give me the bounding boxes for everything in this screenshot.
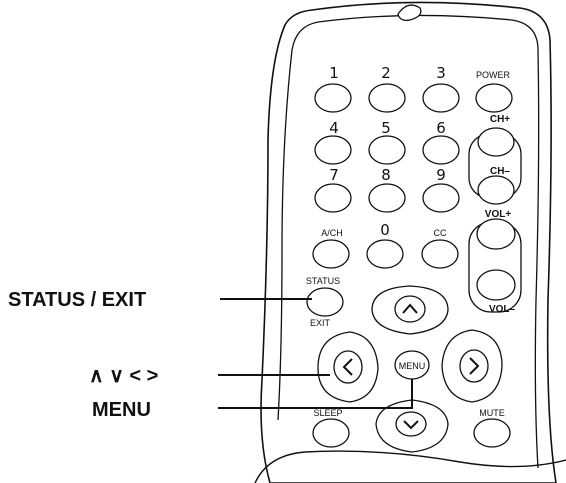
key-7-label: 7 (329, 166, 339, 184)
ach-label: A/CH (321, 228, 343, 238)
key-3-label: 3 (436, 64, 446, 82)
key-6-label: 6 (436, 119, 446, 137)
vol-plus-label: VOL+ (485, 209, 512, 220)
volume-up-button[interactable] (476, 218, 516, 250)
key-4-button[interactable] (314, 135, 352, 165)
sleep-button[interactable] (312, 418, 350, 448)
alternate-channel-button[interactable] (312, 239, 350, 269)
key-2-button[interactable] (368, 83, 406, 113)
status-exit-button[interactable] (306, 287, 344, 317)
key-1-label: 1 (329, 64, 339, 82)
key-2-label: 2 (381, 64, 391, 82)
key-5-label: 5 (381, 119, 391, 137)
status-exit-callout: STATUS / EXIT (8, 289, 146, 311)
key-4-label: 4 (329, 119, 339, 137)
menu-button-label: MENU (399, 361, 426, 371)
key-8-label: 8 (381, 166, 391, 184)
key-9-button[interactable] (422, 183, 460, 213)
key-3-button[interactable] (422, 83, 460, 113)
sleep-label: SLEEP (313, 408, 342, 418)
arrow-right-button[interactable] (459, 349, 489, 383)
arrow-up-button[interactable] (394, 295, 426, 323)
key-0-label: 0 (380, 221, 390, 239)
key-6-button[interactable] (422, 135, 460, 165)
key-8-button[interactable] (368, 183, 406, 213)
ch-minus-label: CH– (490, 166, 510, 177)
key-5-button[interactable] (368, 135, 406, 165)
key-0-button[interactable] (366, 239, 404, 269)
vol-minus-label: VOL– (489, 304, 516, 315)
mute-label: MUTE (479, 408, 505, 418)
key-7-button[interactable] (314, 183, 352, 213)
volume-down-button[interactable] (476, 269, 516, 301)
remote-diagram: 1 2 3 POWER 4 5 6 CH+ CH– 7 8 9 A/CH 0 C… (8, 1, 566, 483)
arrow-left-button[interactable] (333, 350, 363, 384)
cc-label: CC (434, 228, 447, 238)
arrow-down-button[interactable] (395, 411, 427, 437)
closed-caption-button[interactable] (421, 239, 459, 269)
power-button[interactable] (475, 83, 513, 113)
channel-up-button[interactable] (477, 127, 515, 157)
ch-plus-label: CH+ (490, 114, 510, 125)
power-label: POWER (476, 70, 511, 80)
arrows-callout: ∧ ∨ < > (89, 365, 158, 387)
status-label: STATUS (306, 276, 340, 286)
key-1-button[interactable] (314, 83, 352, 113)
key-9-label: 9 (436, 166, 446, 184)
mute-button[interactable] (473, 418, 511, 448)
channel-down-button[interactable] (477, 175, 515, 205)
exit-label: EXIT (310, 318, 331, 328)
menu-callout: MENU (92, 399, 151, 421)
